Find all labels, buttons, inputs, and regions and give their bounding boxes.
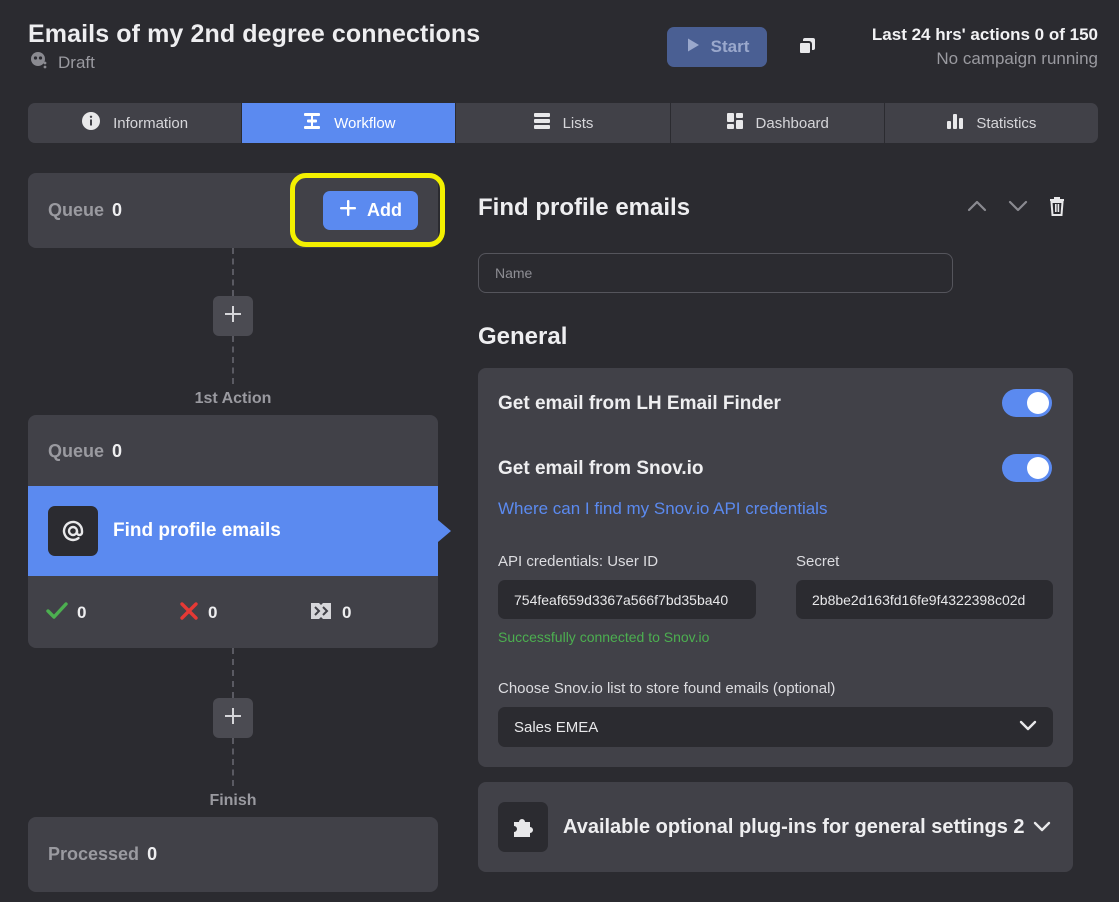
daily-actions-count: Last 24 hrs' actions 0 of 150 — [871, 25, 1098, 44]
queue-label: Queue 0 — [48, 441, 123, 461]
start-label: Start — [710, 37, 750, 56]
action-name-input[interactable] — [478, 253, 953, 293]
skipped-stat: 0 — [309, 601, 351, 626]
connector-line — [232, 738, 234, 786]
snov-credentials-help-link[interactable]: Where can I find my Snov.io API credenti… — [498, 499, 827, 519]
connector-line — [232, 648, 234, 698]
tab-label: Dashboard — [755, 114, 829, 132]
success-stat: 0 — [46, 601, 86, 626]
plugins-toggle[interactable]: Available optional plug-ins for general … — [563, 816, 1051, 839]
plus-icon — [224, 707, 242, 730]
queue-count: 0 — [112, 441, 123, 461]
selected-list: Sales EMEA — [514, 718, 599, 736]
duplicate-campaign-button[interactable] — [795, 36, 819, 60]
secret-field[interactable]: 2b8be2d163fd16fe9f4322398c02d — [796, 580, 1053, 619]
bar-chart-icon — [946, 112, 964, 134]
action-controls — [966, 196, 1066, 221]
copy-icon — [797, 36, 817, 61]
tab-label: Statistics — [976, 114, 1037, 132]
tab-label: Lists — [562, 114, 594, 132]
play-icon — [685, 37, 701, 58]
processed-label: Processed 0 — [48, 844, 158, 864]
toggle-knob — [1027, 392, 1049, 414]
selected-pointer — [438, 520, 451, 542]
queue-count: 0 — [112, 200, 123, 220]
action-find-profile-emails[interactable]: Find profile emails — [28, 486, 438, 576]
tab-statistics[interactable]: Statistics — [885, 103, 1098, 143]
check-icon — [46, 601, 68, 626]
queue-label: Queue 0 — [48, 200, 123, 220]
list-icon — [533, 112, 551, 134]
optional-plugins-panel[interactable]: Available optional plug-ins for general … — [478, 782, 1073, 872]
insert-action-button[interactable] — [213, 698, 253, 738]
cross-icon — [179, 601, 199, 626]
failed-stat: 0 — [179, 601, 217, 626]
connector-line — [232, 248, 234, 296]
highlight-outline — [290, 173, 445, 247]
plus-icon — [224, 305, 242, 328]
dashboard-icon — [726, 112, 744, 134]
info-icon — [81, 111, 101, 135]
snov-list-select[interactable]: Sales EMEA — [498, 707, 1053, 747]
insert-action-button[interactable] — [213, 296, 253, 336]
tab-workflow[interactable]: Workflow — [242, 103, 457, 143]
campaign-title: Emails of my 2nd degree connections — [28, 20, 481, 48]
action-detail-title: Find profile emails — [478, 194, 691, 221]
success-count: 0 — [77, 603, 87, 622]
chevron-down-icon — [1019, 719, 1037, 736]
at-sign-icon — [48, 506, 98, 556]
processed-card: Processed 0 — [28, 817, 438, 892]
campaign-status: Draft — [30, 51, 95, 74]
step-label-1st-action: 1st Action — [194, 390, 272, 407]
secret-label: Secret — [796, 553, 840, 570]
user-id-label: API credentials: User ID — [498, 553, 659, 570]
tab-lists[interactable]: Lists — [456, 103, 671, 143]
workflow-icon — [302, 111, 322, 135]
start-button[interactable]: Start — [667, 27, 767, 67]
chevron-down-icon — [1033, 816, 1051, 839]
skip-icon — [309, 601, 333, 626]
snov-list-label: Choose Snov.io list to store found email… — [498, 680, 836, 697]
user-id-field[interactable]: 754feaf659d3367a566f7bd35ba40 — [498, 580, 756, 619]
action-stats: 0 0 0 — [28, 596, 438, 630]
skipped-count: 0 — [342, 603, 352, 622]
toggle-knob — [1027, 457, 1049, 479]
connector-line — [232, 336, 234, 384]
campaign-tabs: Information Workflow Lists Dashboard Sta… — [28, 103, 1098, 143]
action-name: Find profile emails — [113, 520, 281, 541]
snov-toggle[interactable] — [1002, 454, 1052, 482]
action-limits: Last 24 hrs' actions 0 of 150 No campaig… — [872, 25, 1098, 69]
move-up-button[interactable] — [966, 199, 988, 218]
move-down-button[interactable] — [1007, 199, 1029, 218]
plugins-label: Available optional plug-ins for general … — [563, 815, 1025, 838]
lh-email-finder-label: Get email from LH Email Finder — [498, 393, 781, 414]
puzzle-icon — [498, 802, 548, 852]
tab-information[interactable]: Information — [28, 103, 243, 143]
step-label-finish: Finish — [209, 792, 257, 809]
failed-count: 0 — [208, 603, 218, 622]
general-heading: General — [478, 323, 568, 350]
trash-icon[interactable] — [1048, 196, 1066, 221]
processed-count: 0 — [147, 844, 158, 864]
campaign-running-status: No campaign running — [936, 49, 1098, 68]
snov-label: Get email from Snov.io — [498, 458, 704, 479]
tab-dashboard[interactable]: Dashboard — [671, 103, 885, 143]
tab-label: Information — [113, 114, 189, 132]
tab-label: Workflow — [334, 114, 396, 132]
draft-status-icon — [30, 51, 48, 74]
status-text: Draft — [58, 52, 95, 72]
connection-status: Successfully connected to Snov.io — [498, 629, 710, 645]
lh-email-finder-toggle[interactable] — [1002, 389, 1052, 417]
